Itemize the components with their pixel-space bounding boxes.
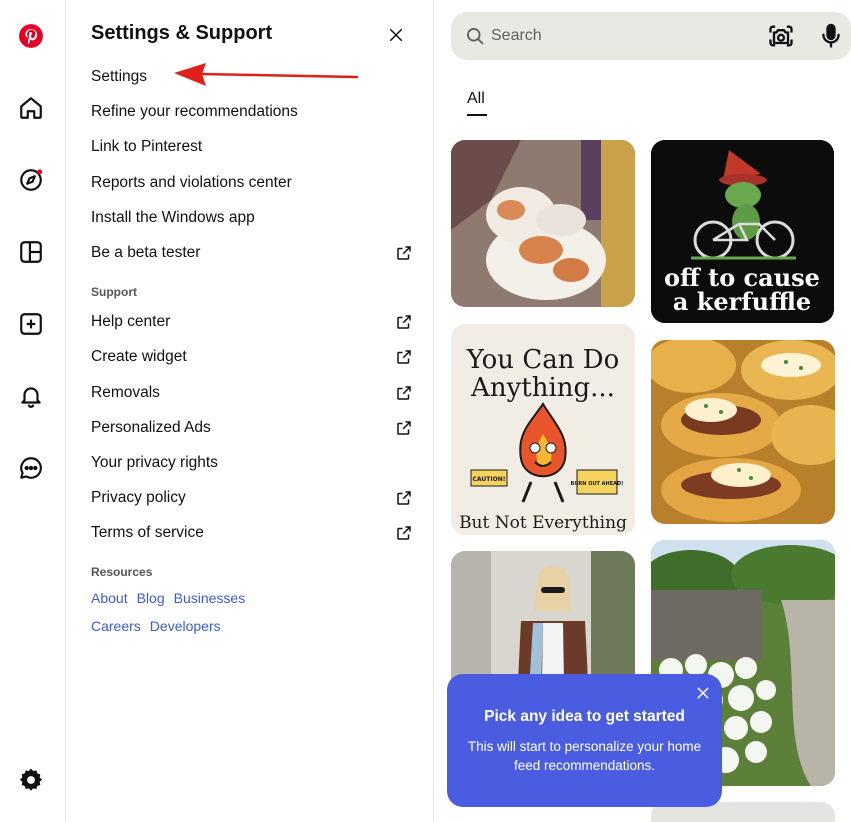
- pin-headline-line2: Anything...: [470, 373, 615, 403]
- toast-title: Pick any idea to get started: [484, 708, 685, 725]
- external-link-icon: [395, 244, 413, 262]
- menu-item-label: Settings: [91, 68, 148, 85]
- link-businesses[interactable]: Businesses: [174, 590, 246, 606]
- menu-item-privacy-policy[interactable]: Privacy policy: [91, 485, 413, 511]
- pinterest-logo-icon[interactable]: [17, 22, 45, 50]
- menu-item-label: Refine your recommendations: [91, 103, 298, 120]
- external-link-icon: [395, 524, 413, 542]
- menu-item-label: Install the Windows app: [91, 209, 255, 226]
- close-icon: [390, 29, 402, 41]
- close-icon: [697, 687, 709, 699]
- search-input[interactable]: [491, 20, 751, 52]
- messages-icon[interactable]: [17, 454, 45, 482]
- menu-item-label: Terms of service: [91, 524, 204, 541]
- menu-item-beta-tester[interactable]: Be a beta tester: [91, 240, 413, 266]
- menu-item-label: Reports and violations center: [91, 174, 292, 191]
- menu-item-label: Link to Pinterest: [91, 138, 203, 155]
- left-nav-rail: [0, 0, 66, 822]
- pin-badge-left: CAUTION!: [473, 476, 506, 483]
- pin-stuffed-shells[interactable]: [651, 340, 835, 524]
- resources-links-row-1: About Blog Businesses: [91, 590, 245, 606]
- pin-image: You Can Do Anything... CAUTION! BURN OUT…: [451, 324, 635, 535]
- tab-all[interactable]: All: [467, 90, 485, 108]
- menu-item-label: Personalized Ads: [91, 419, 211, 436]
- menu-item-install-windows-app[interactable]: Install the Windows app: [91, 205, 413, 231]
- menu-item-create-widget[interactable]: Create widget: [91, 344, 413, 370]
- pin-image: [451, 140, 635, 307]
- menu-item-label: Removals: [91, 384, 160, 401]
- pin-frog-kerfuffle[interactable]: off to cause a kerfuffle: [651, 140, 834, 323]
- toast-body: This will start to personalize your home…: [467, 739, 702, 773]
- menu-item-label: Help center: [91, 313, 171, 330]
- menu-item-refine-recommendations[interactable]: Refine your recommendations: [91, 99, 413, 125]
- create-icon[interactable]: [17, 310, 45, 338]
- pin-tagline: But Not Everything: [459, 513, 627, 533]
- menu-item-terms-of-service[interactable]: Terms of service: [91, 520, 413, 546]
- explore-icon[interactable]: [17, 166, 45, 194]
- home-icon[interactable]: [17, 94, 45, 122]
- active-tab-underline: [467, 114, 487, 116]
- menu-item-personalized-ads[interactable]: Personalized Ads: [91, 415, 413, 441]
- link-blog[interactable]: Blog: [137, 590, 165, 606]
- menu-item-label: Be a beta tester: [91, 244, 201, 261]
- pin-badge-right: BURN OUT AHEAD!: [571, 481, 624, 487]
- toast-close-button[interactable]: [694, 684, 712, 702]
- link-careers[interactable]: Careers: [91, 618, 141, 634]
- menu-item-privacy-rights[interactable]: Your privacy rights: [91, 450, 413, 476]
- link-developers[interactable]: Developers: [150, 618, 221, 634]
- pin-cats-sleeping[interactable]: [451, 140, 635, 307]
- menu-item-label: Privacy policy: [91, 489, 186, 506]
- resources-links-row-2: Careers Developers: [91, 618, 221, 634]
- external-link-icon: [395, 384, 413, 402]
- menu-item-label: Create widget: [91, 348, 187, 365]
- onboarding-toast: Pick any idea to get started This will s…: [447, 674, 722, 807]
- settings-support-panel: Settings & Support Settings Refine your …: [67, 0, 434, 822]
- visual-search-camera-icon[interactable]: [767, 22, 795, 50]
- close-panel-button[interactable]: [383, 22, 409, 48]
- search-bar: [451, 12, 851, 60]
- pin-caption-line2: a kerfuffle: [673, 287, 811, 316]
- menu-item-label: Your privacy rights: [91, 454, 218, 471]
- menu-item-settings[interactable]: Settings: [91, 64, 413, 90]
- resources-section-label: Resources: [91, 565, 153, 579]
- external-link-icon: [395, 348, 413, 366]
- external-link-icon: [395, 489, 413, 507]
- search-icon: [467, 28, 484, 45]
- external-link-icon: [395, 419, 413, 437]
- microphone-icon[interactable]: [817, 22, 845, 50]
- pin-image: [651, 340, 835, 524]
- menu-item-link-to-pinterest[interactable]: Link to Pinterest: [91, 134, 413, 160]
- pin-headline-line1: You Can Do: [466, 345, 619, 375]
- settings-gear-icon[interactable]: [17, 766, 45, 794]
- menu-item-help-center[interactable]: Help center: [91, 309, 413, 335]
- support-section-label: Support: [91, 285, 137, 299]
- pin-you-can-do-anything[interactable]: You Can Do Anything... CAUTION! BURN OUT…: [451, 324, 635, 535]
- notifications-icon[interactable]: [17, 382, 45, 410]
- menu-item-reports-violations[interactable]: Reports and violations center: [91, 170, 413, 196]
- boards-icon[interactable]: [17, 238, 45, 266]
- pin-image: off to cause a kerfuffle: [651, 140, 834, 323]
- menu-item-removals[interactable]: Removals: [91, 380, 413, 406]
- panel-title: Settings & Support: [91, 22, 273, 44]
- external-link-icon: [395, 313, 413, 331]
- link-about[interactable]: About: [91, 590, 128, 606]
